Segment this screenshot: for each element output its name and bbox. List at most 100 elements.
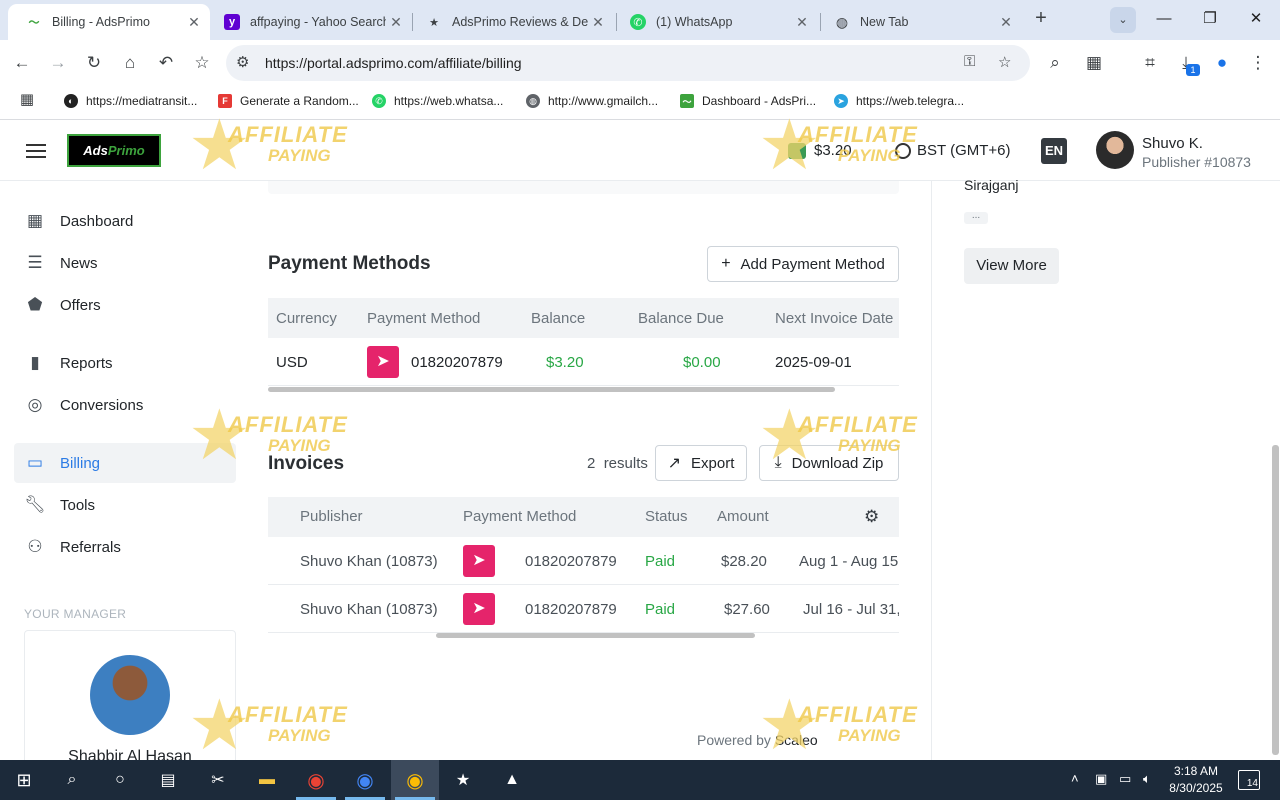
- affpaying-app-icon[interactable]: ★: [451, 768, 475, 792]
- tab-new-tab[interactable]: ◍ New Tab ✕: [816, 4, 1022, 40]
- menu-more-icon[interactable]: ⋮: [1246, 51, 1270, 75]
- task-view-icon[interactable]: ▤: [156, 768, 180, 792]
- column-header[interactable]: Amount: [717, 508, 769, 525]
- app-snipping-icon[interactable]: ✂: [206, 768, 230, 792]
- qr-code-icon[interactable]: ▦: [1082, 51, 1106, 75]
- profile-icon[interactable]: ●: [1210, 51, 1234, 75]
- tab-yahoo-search[interactable]: y affpaying - Yahoo Search ✕: [206, 4, 412, 40]
- bookmark-star-icon[interactable]: ☆: [190, 51, 214, 75]
- close-tab-icon[interactable]: ✕: [588, 14, 608, 31]
- wrench-icon: 🔧︎: [24, 495, 46, 514]
- sidebar-item-tools[interactable]: 🔧︎ Tools: [14, 485, 236, 525]
- hamburger-menu-icon[interactable]: [26, 144, 46, 158]
- export-button[interactable]: ↗ Export: [655, 445, 747, 481]
- column-header[interactable]: Next Invoice Date: [775, 310, 893, 327]
- bookmark-item[interactable]: ✆ https://web.whatsa...: [372, 92, 503, 110]
- file-explorer-icon[interactable]: ▬: [255, 768, 279, 792]
- chrome-icon[interactable]: ◉: [304, 768, 328, 792]
- url-text[interactable]: https://portal.adsprimo.com/affiliate/bi…: [265, 55, 522, 71]
- close-tab-icon[interactable]: ✕: [792, 14, 812, 31]
- bookmark-item[interactable]: 〜 Dashboard - AdsPri...: [680, 92, 816, 110]
- windows-start-icon[interactable]: ⊞: [12, 768, 36, 792]
- sidebar-item-label: Referrals: [60, 538, 121, 556]
- tray-chevron-icon[interactable]: ˄: [1071, 771, 1079, 786]
- header-balance[interactable]: $3.20: [788, 142, 852, 159]
- photos-app-icon[interactable]: ▲: [500, 768, 524, 792]
- bookmark-item[interactable]: F Generate a Random...: [218, 92, 359, 110]
- close-window-button[interactable]: ✕: [1245, 8, 1267, 30]
- sidebar-item-conversions[interactable]: ◎ Conversions: [14, 385, 236, 425]
- credit-card-icon: ▭: [26, 453, 44, 472]
- invoices-table-scrollbar[interactable]: [436, 633, 755, 638]
- home-icon[interactable]: ⌂: [118, 51, 142, 75]
- network-icon[interactable]: ▭: [1119, 771, 1131, 787]
- sidebar-item-billing[interactable]: ▭ Billing: [14, 443, 236, 483]
- table-settings-gear-icon[interactable]: ⚙: [864, 507, 879, 527]
- tab-billing-adsprimo[interactable]: 〜 Billing - AdsPrimo ✕: [8, 4, 210, 40]
- new-tab-button[interactable]: +: [1030, 8, 1052, 30]
- close-tab-icon[interactable]: ✕: [996, 14, 1016, 31]
- add-payment-method-button[interactable]: + Add Payment Method: [707, 246, 899, 282]
- restore-window-button[interactable]: ❐: [1199, 8, 1221, 30]
- volume-icon[interactable]: 🔈︎: [1143, 771, 1151, 787]
- payment-method-cell: 01820207879: [525, 601, 617, 618]
- site-settings-icon[interactable]: ⚙: [236, 53, 249, 71]
- globe-icon: ◍: [526, 94, 540, 108]
- search-icon[interactable]: ⌕: [1043, 51, 1067, 75]
- bookmark-item[interactable]: ◍ http://www.gmailch...: [526, 92, 658, 110]
- password-key-icon[interactable]: ⚿: [964, 53, 975, 70]
- back-icon[interactable]: ←: [10, 51, 34, 75]
- column-header[interactable]: Payment Method: [463, 508, 576, 525]
- page-scrollbar[interactable]: [1272, 445, 1279, 755]
- search-icon[interactable]: ⌕: [60, 768, 84, 792]
- tag-icon: ⬟: [27, 295, 43, 314]
- sidebar-item-offers[interactable]: ⬟ Offers: [14, 285, 236, 325]
- apps-grid-icon[interactable]: ▦: [15, 88, 39, 112]
- timezone-selector[interactable]: BST (GMT+6): [895, 142, 1011, 159]
- forward-icon[interactable]: →: [46, 51, 70, 75]
- chrome-active-icon[interactable]: ◉: [403, 768, 427, 792]
- watermark-line1: AFFILIATE: [798, 412, 918, 437]
- adsprimo-logo[interactable]: Ads Primo: [67, 134, 161, 167]
- tab-whatsapp[interactable]: ✆ (1) WhatsApp ✕: [612, 4, 818, 40]
- sidebar-item-label: Reports: [60, 354, 113, 372]
- sidebar-item-referrals[interactable]: ⚇ Referrals: [14, 527, 236, 567]
- notifications-icon[interactable]: 14: [1238, 770, 1260, 790]
- tray-app-icon[interactable]: ▣: [1095, 771, 1107, 787]
- whatsapp-icon: ✆: [372, 94, 386, 108]
- undo-icon[interactable]: ↶: [154, 51, 178, 75]
- bookmark-item[interactable]: ◐ https://mediatransit...: [64, 92, 197, 110]
- bookmark-favicon-icon: ◐: [64, 94, 78, 108]
- sidebar-item-reports[interactable]: ▮ Reports: [14, 343, 236, 383]
- close-tab-icon[interactable]: ✕: [386, 14, 406, 31]
- column-header[interactable]: Publisher: [300, 508, 363, 525]
- sidebar-item-news[interactable]: ☰ News: [14, 243, 236, 283]
- more-ellipsis[interactable]: ...: [964, 211, 988, 224]
- view-more-button[interactable]: View More: [964, 248, 1059, 284]
- taskbar-clock[interactable]: 3:18 AM 8/30/2025: [1168, 763, 1224, 797]
- column-header[interactable]: Payment Method: [367, 310, 480, 327]
- column-header[interactable]: Currency: [276, 310, 337, 327]
- crop-icon[interactable]: ⌗: [1138, 51, 1162, 75]
- tab-adsprimo-reviews[interactable]: ★ AdsPrimo Reviews & Det ✕: [408, 4, 614, 40]
- tab-search-button[interactable]: ⌄: [1110, 7, 1136, 33]
- chrome-profile-icon[interactable]: ◉: [353, 768, 377, 792]
- bookmark-item[interactable]: ➤ https://web.telegra...: [834, 92, 964, 110]
- close-tab-icon[interactable]: ✕: [184, 14, 204, 31]
- button-label: Download Zip: [791, 454, 884, 472]
- sidebar-item-dashboard[interactable]: ▦ Dashboard: [14, 201, 236, 241]
- user-avatar[interactable]: [1096, 131, 1134, 169]
- cortana-icon[interactable]: ○: [108, 768, 132, 792]
- column-header[interactable]: Balance: [531, 310, 585, 327]
- payment-table-scrollbar[interactable]: [268, 387, 835, 392]
- user-name[interactable]: Shuvo K.: [1142, 135, 1203, 152]
- language-selector[interactable]: EN: [1041, 138, 1067, 164]
- payment-provider-logo-icon: ➤: [463, 593, 495, 625]
- download-zip-button[interactable]: ⤓ Download Zip: [759, 445, 899, 481]
- reload-icon[interactable]: ↻: [82, 51, 106, 75]
- bookmark-page-icon[interactable]: ☆: [998, 53, 1011, 71]
- column-header[interactable]: Status: [645, 508, 688, 525]
- powered-brand-link[interactable]: Scaleo: [775, 732, 818, 748]
- minimize-window-button[interactable]: —: [1153, 8, 1175, 30]
- column-header[interactable]: Balance Due: [638, 310, 724, 327]
